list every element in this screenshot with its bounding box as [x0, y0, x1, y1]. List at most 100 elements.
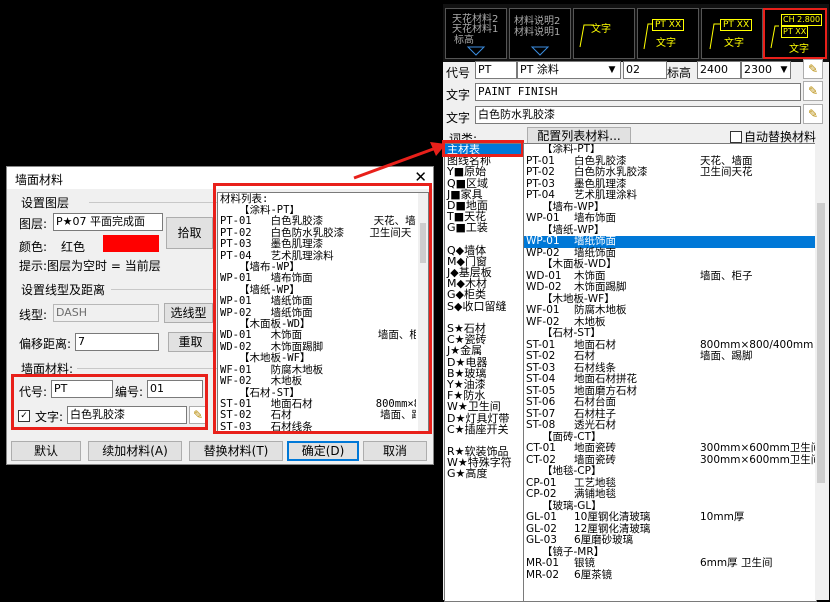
material-table[interactable]: 【涂料-PT】 PT-01 白色乳胶漆 天花、墙面 PT-02 白色防水乳胶漆 卫生间天花 P…: [523, 143, 817, 602]
material-row[interactable]: ST-05 地面磨方石材: [524, 385, 816, 398]
material-n: 木饰面踢脚: [574, 281, 627, 293]
material-row[interactable]: MR-02 6厘茶镜: [524, 568, 816, 582]
material-d: 6mm厚 卫生间: [700, 557, 773, 569]
pick-layer-button[interactable]: 拾取: [166, 217, 213, 249]
material-row[interactable]: ST-06 石材台面: [524, 396, 816, 409]
default-button[interactable]: 默认: [11, 441, 81, 461]
section-linetype-title: 设置线型及距离: [21, 283, 106, 297]
material-c: MR-02: [526, 568, 560, 581]
leader-icon: [643, 23, 652, 50]
material-c: CT-01: [526, 442, 556, 454]
material-d: 300mm×600mm卫生间墙: [700, 453, 816, 466]
layer-input[interactable]: P★07 平面完成面: [53, 213, 163, 231]
material-row[interactable]: 【木面板-WD】: [524, 258, 816, 271]
chevron-down-icon[interactable]: ▼: [605, 62, 619, 78]
material-c: ST-02: [526, 350, 556, 362]
material-row[interactable]: GL-02 12厘钢化清玻璃: [524, 523, 816, 536]
material-n: 【木面板-WD】: [542, 258, 617, 270]
material-row[interactable]: 【石材-ST】: [524, 327, 816, 340]
material-row[interactable]: PT-01 白色乳胶漆 天花、墙面: [524, 155, 816, 168]
material-row[interactable]: ST-04 地面石材拼花: [524, 373, 816, 386]
category-item[interactable]: G◆柜类: [445, 289, 523, 300]
category-item[interactable]: [445, 234, 523, 245]
elevation-input[interactable]: 2400: [697, 61, 741, 79]
material-row[interactable]: 【地毯-CP】: [524, 465, 816, 478]
material-row[interactable]: PT-04 艺术肌理涂料: [524, 189, 816, 202]
material-row[interactable]: MR-01 银镜 6mm厚 卫生间: [524, 557, 816, 570]
pick-icon[interactable]: ✎: [803, 81, 823, 101]
thumb-ceiling-material[interactable]: 天花材料2 天花材料1 标高: [445, 8, 507, 59]
offset-input[interactable]: 7: [75, 333, 159, 351]
material-panel: 天花材料2 天花材料1 标高 材料说明2 材料说明1 文字 PT XX 文字 P…: [442, 4, 829, 602]
select-linetype-button[interactable]: 选线型: [164, 303, 213, 323]
thumb-material-note[interactable]: 材料说明2 材料说明1: [509, 8, 571, 59]
material-row[interactable]: WP-01 墙纸饰面: [524, 235, 816, 248]
material-n: 【涂料-PT】: [542, 143, 601, 155]
category-item[interactable]: G★高度: [445, 468, 523, 479]
material-row[interactable]: ST-07 石材柱子: [524, 408, 816, 421]
material-row[interactable]: GL-01 10厘钢化清玻璃 10mm厚: [524, 511, 816, 524]
thumb-ceiling-tag[interactable]: CH 2.800 PT XX 文字: [763, 8, 827, 59]
category-item[interactable]: D★灯具灯带: [445, 412, 523, 423]
material-row[interactable]: 【涂料-PT】: [524, 144, 816, 156]
material-c: WP-01: [526, 235, 560, 247]
material-row[interactable]: 【镜子-MR】: [524, 546, 816, 559]
material-row[interactable]: CP-01 工艺地毯: [524, 477, 816, 490]
material-row[interactable]: ST-03 石材线条: [524, 362, 816, 375]
number-input[interactable]: 02: [623, 61, 667, 79]
material-row[interactable]: ST-02 石材 墙面、踢脚: [524, 350, 816, 363]
material-row[interactable]: 【墙纸-WP】: [524, 224, 816, 237]
material-row[interactable]: CT-01 地面瓷砖 300mm×600mm卫生间地: [524, 442, 816, 455]
category-item[interactable]: C★插座开关: [445, 423, 523, 434]
material-c: CP-02: [526, 488, 557, 500]
material-c: ST-04: [526, 373, 556, 385]
material-row[interactable]: PT-03 墨色肌理漆: [524, 178, 816, 191]
ok-button[interactable]: 确定(D): [287, 441, 359, 461]
material-row[interactable]: WD-01 木饰面 墙面、柜子: [524, 270, 816, 283]
material-row[interactable]: WD-02 木饰面踢脚: [524, 281, 816, 294]
linetype-label: 线型:: [19, 308, 48, 322]
material-n: 10厘钢化清玻璃: [574, 511, 651, 523]
thumb-text: PT XX: [720, 19, 753, 31]
redraw-button[interactable]: 重取: [168, 332, 213, 352]
category-item[interactable]: W★卫生间: [445, 401, 523, 412]
auto-replace-checkbox[interactable]: [730, 129, 742, 143]
thumb-leader-text[interactable]: 文字: [573, 8, 635, 59]
linetype-input[interactable]: DASH: [53, 304, 159, 322]
thumb-text: 文字: [724, 38, 744, 49]
section-layer-title: 设置图层: [21, 196, 70, 210]
material-c: GL-01: [526, 511, 557, 523]
category-list[interactable]: 主材表 图线名称 Y■原始 Q■区域 J■家具 D■地面 T■天花 G■工装 Q◆墙体 M◆门窗 J…: [444, 143, 524, 602]
category-item[interactable]: G■工装: [445, 222, 523, 233]
text1-input[interactable]: PAINT FINISH: [475, 83, 801, 101]
chevron-down-icon[interactable]: ▼: [777, 62, 791, 78]
append-material-button[interactable]: 续加材料(A): [88, 441, 182, 461]
thumb-text: 天花材料1: [452, 24, 499, 35]
cancel-button[interactable]: 取消: [363, 441, 427, 461]
category-item[interactable]: S◆收口留缝: [445, 300, 523, 311]
thumb-tag-text-2[interactable]: PT XX 文字: [701, 8, 763, 59]
material-n: 透光石材: [574, 419, 616, 431]
thumb-tag-text[interactable]: PT XX 文字: [637, 8, 699, 59]
text2-input[interactable]: 白色防水乳胶漆: [475, 106, 801, 124]
material-row[interactable]: 【木地板-WF】: [524, 293, 816, 306]
replace-material-button[interactable]: 替换材料(T): [189, 441, 283, 461]
color-swatch[interactable]: [103, 235, 159, 252]
material-row[interactable]: WF-01 防腐木地板: [524, 304, 816, 317]
material-row[interactable]: 【玻璃-GL】: [524, 500, 816, 513]
material-d: 卫生间天花: [700, 166, 753, 178]
material-row[interactable]: 【墙布-WP】: [524, 201, 816, 214]
material-row[interactable]: ST-01地面石材800mm×800/400mm×80: [524, 339, 816, 352]
annotation-highlight-material: [11, 374, 208, 430]
pick-icon[interactable]: ✎: [803, 59, 823, 79]
material-row[interactable]: PT-02 白色防水乳胶漆 卫生间天花: [524, 166, 816, 179]
material-row[interactable]: CP-02 满铺地毯: [524, 488, 816, 501]
material-row[interactable]: ST-08 透光石材: [524, 419, 816, 432]
material-scrollbar[interactable]: [815, 143, 827, 600]
code-input[interactable]: PT: [475, 61, 517, 79]
category-item[interactable]: J★金属: [445, 345, 523, 356]
category-item[interactable]: Y■原始: [445, 166, 523, 177]
pick-icon[interactable]: ✎: [803, 104, 823, 124]
material-row[interactable]: WP-01 墙布饰面: [524, 212, 816, 225]
material-row[interactable]: GL-03 6厘磨砂玻璃: [524, 534, 816, 547]
